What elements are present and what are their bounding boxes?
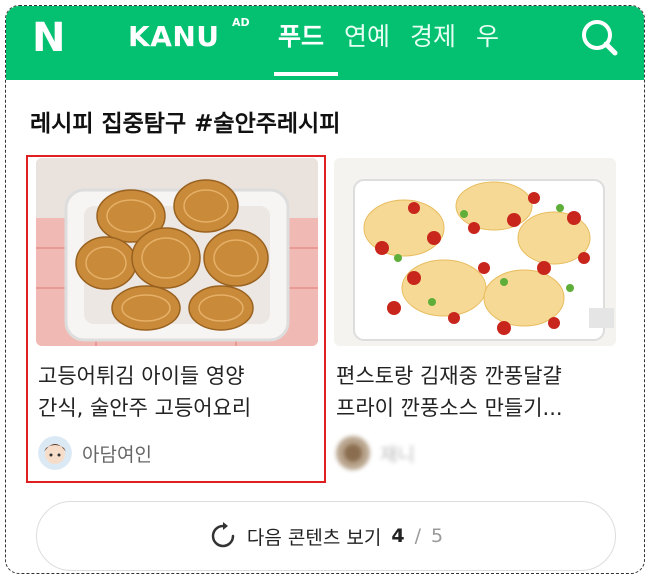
brand-title[interactable]: KANU bbox=[128, 20, 220, 54]
current-page: 4 bbox=[391, 525, 405, 547]
author-name: 재니 bbox=[380, 443, 415, 466]
author-avatar bbox=[336, 436, 370, 470]
card-thumbnail bbox=[36, 158, 318, 346]
card-title[interactable]: 편스토랑 김재중 깐풍달걀 프라이 깐풍소스 만들기... bbox=[336, 360, 618, 424]
active-tab-indicator bbox=[274, 72, 338, 76]
card-title-line1: 고등어튀김 아이들 영양 bbox=[38, 364, 245, 388]
next-content-label: 다음 콘텐츠 보기 bbox=[246, 526, 382, 549]
tab-food[interactable]: 푸드 bbox=[278, 18, 324, 58]
total-pages: 5 bbox=[431, 525, 444, 547]
card-title-line2: 프라이 깐풍소스 만들기... bbox=[336, 396, 563, 420]
app-frame: N KANU AD 푸드 연예 경제 우 레시피 집중탐구 #술안주레시피 고등… bbox=[5, 5, 645, 574]
card-author[interactable]: 재니 bbox=[336, 436, 415, 470]
card-author[interactable]: 아담여인 bbox=[38, 436, 152, 470]
next-content-button[interactable]: 다음 콘텐츠 보기 4 / 5 bbox=[36, 501, 616, 571]
top-header: N KANU AD 푸드 연예 경제 우 bbox=[6, 6, 644, 80]
author-avatar bbox=[38, 436, 72, 470]
refresh-icon bbox=[211, 522, 235, 548]
card-title-line2: 간식, 술안주 고등어요리 bbox=[38, 396, 252, 420]
naver-logo[interactable]: N bbox=[32, 18, 72, 58]
card-title-line1: 편스토랑 김재중 깐풍달걀 bbox=[336, 364, 562, 388]
brand-ad-mark: AD bbox=[232, 16, 250, 29]
search-button[interactable] bbox=[578, 16, 622, 60]
section-title: 레시피 집중탐구 #술안주레시피 bbox=[30, 111, 341, 137]
page-separator: / bbox=[414, 525, 421, 547]
card-title[interactable]: 고등어튀김 아이들 영양 간식, 술안주 고등어요리 bbox=[38, 360, 320, 424]
tab-economy[interactable]: 경제 bbox=[410, 18, 456, 58]
tab-entertainment[interactable]: 연예 bbox=[344, 18, 390, 58]
category-nav: 푸드 연예 경제 우 bbox=[278, 18, 499, 58]
card-thumbnail bbox=[334, 158, 616, 346]
author-name: 아담여인 bbox=[82, 443, 152, 466]
search-icon bbox=[582, 20, 618, 56]
tab-next[interactable]: 우 bbox=[476, 18, 499, 58]
